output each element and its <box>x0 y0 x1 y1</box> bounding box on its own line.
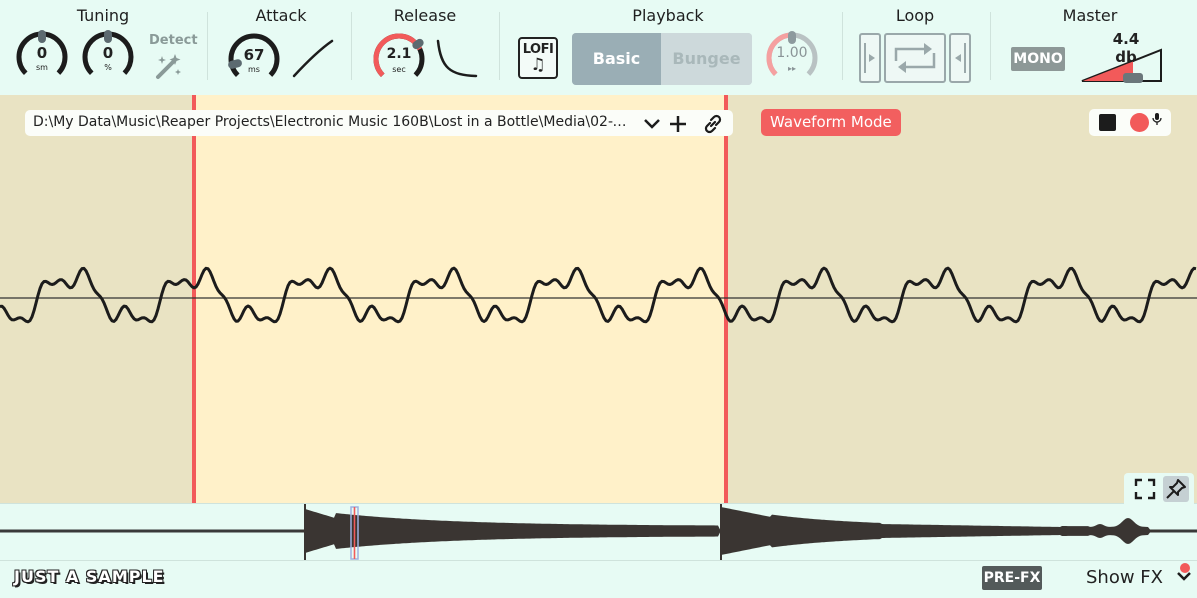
music-note-icon: ♫ <box>530 55 546 75</box>
record-icon[interactable] <box>1130 113 1149 132</box>
mono-button[interactable]: MONO <box>1011 47 1065 71</box>
tuning-title: Tuning <box>76 6 130 25</box>
waveform-plot <box>0 266 1197 324</box>
magic-wand-icon[interactable] <box>153 52 183 82</box>
file-path-bar[interactable]: D:\My Data\Music\Reaper Projects\Electro… <box>25 110 733 136</box>
divider <box>207 12 208 80</box>
pin-button[interactable] <box>1163 476 1189 502</box>
divider <box>990 12 991 80</box>
overview-strip[interactable] <box>0 503 1197 560</box>
cents-unit: % <box>104 63 112 72</box>
toolbar: Tuning 0 sm 0 % Detect Attack 67 ms Rele… <box>0 0 1197 95</box>
add-icon[interactable] <box>668 114 688 134</box>
speed-value: 1.00 <box>776 45 808 61</box>
cents-knob[interactable]: 0 % <box>81 30 135 84</box>
prefx-button[interactable]: PRE-FX <box>982 566 1042 590</box>
playback-title: Playback <box>632 6 704 25</box>
notification-dot <box>1180 563 1190 573</box>
cents-value: 0 <box>102 44 114 62</box>
loop-toggle-button[interactable] <box>884 33 946 83</box>
divider <box>499 12 500 80</box>
attack-knob[interactable]: 67 ms <box>227 32 281 86</box>
release-value: 2.1 <box>386 46 412 62</box>
master-title: Master <box>1062 6 1118 25</box>
semitone-value: 0 <box>36 44 48 62</box>
mode-basic-button[interactable]: Basic <box>572 33 661 85</box>
playback-mode-toggle: Basic Bungee <box>572 33 752 85</box>
link-icon[interactable] <box>702 113 724 135</box>
chevron-down-icon[interactable] <box>642 114 662 134</box>
brand-logo: JUST A SAMPLE <box>14 567 165 586</box>
stop-icon[interactable] <box>1099 114 1116 131</box>
divider <box>842 12 843 80</box>
divider <box>351 12 352 80</box>
microphone-icon[interactable] <box>1151 112 1163 128</box>
attack-value: 67 <box>243 46 265 64</box>
attack-title: Attack <box>255 6 307 25</box>
semitone-knob[interactable]: 0 sm <box>15 30 69 84</box>
loop-start-button[interactable] <box>859 33 881 83</box>
release-title: Release <box>393 6 457 25</box>
attack-unit: ms <box>248 65 260 74</box>
show-fx-label: Show FX <box>1086 567 1163 588</box>
loop-title: Loop <box>895 6 935 25</box>
file-path: D:\My Data\Music\Reaper Projects\Electro… <box>33 114 633 130</box>
pin-icon <box>1166 479 1186 499</box>
fullscreen-icon[interactable] <box>1133 477 1157 501</box>
release-curve-icon[interactable] <box>435 38 479 80</box>
lofi-button[interactable]: LOFI ♫ <box>518 37 558 79</box>
show-fx-button[interactable]: Show FX <box>1086 567 1193 588</box>
speed-unit-icon: ▸▸ <box>787 64 797 73</box>
loop-end-button[interactable] <box>949 33 971 83</box>
overview-tools <box>1124 473 1194 504</box>
semitone-unit: sm <box>36 63 48 72</box>
attack-curve-icon[interactable] <box>291 38 335 80</box>
mode-bungee-button[interactable]: Bungee <box>661 33 752 85</box>
release-knob[interactable]: 2.1 sec <box>372 32 426 86</box>
master-volume-slider[interactable] <box>1081 48 1163 84</box>
speed-knob[interactable]: 1.00 ▸▸ <box>765 31 819 85</box>
overview-waveform <box>0 504 1197 560</box>
loop-icon <box>894 43 936 73</box>
record-controls <box>1089 109 1171 136</box>
detect-label: Detect <box>149 33 198 48</box>
release-unit: sec <box>392 65 406 74</box>
waveform-mode-badge[interactable]: Waveform Mode <box>761 109 901 136</box>
